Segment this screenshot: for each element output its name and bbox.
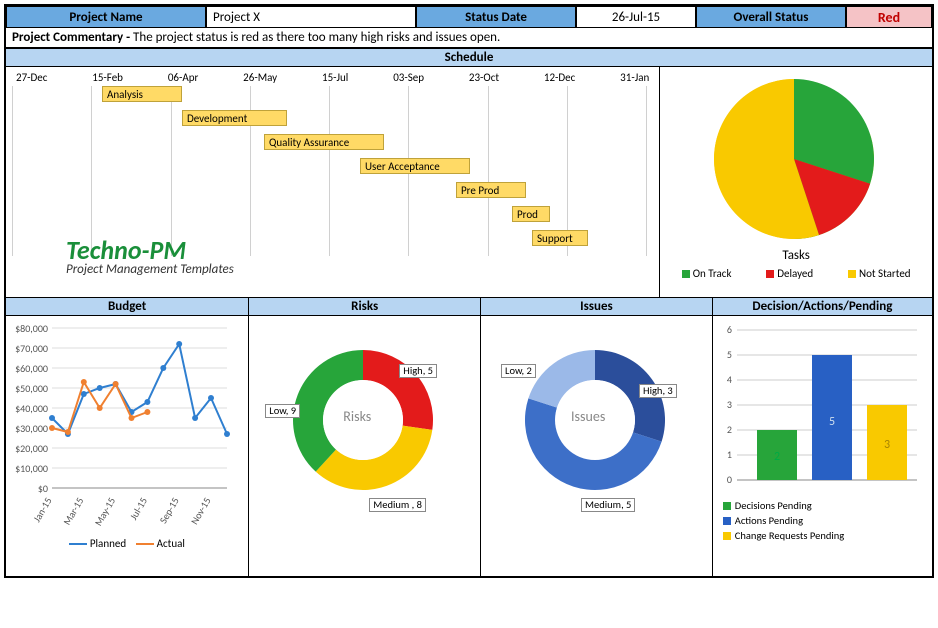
- dap-chart: 0 1 2 3 4 5 6 2 5 3: [713, 316, 932, 576]
- gantt-chart: 27-Dec 15-Feb 06-Apr 26-May 15-Jul 03-Se…: [6, 67, 660, 297]
- svg-text:4: 4: [727, 373, 732, 386]
- gantt-bar: Pre Prod: [456, 182, 526, 198]
- svg-text:2: 2: [727, 423, 732, 436]
- header-row: Project Name Project X Status Date 26-Ju…: [6, 6, 932, 28]
- issues-high-label: High, 3: [639, 384, 677, 398]
- legend-planned: Planned: [69, 537, 126, 550]
- risks-low-label: Low, 9: [265, 404, 300, 418]
- gantt-date: 15-Feb: [92, 71, 123, 84]
- gantt-date: 27-Dec: [16, 71, 47, 84]
- risks-chart: Risks High, 5 Medium , 8 Low, 9: [249, 316, 480, 576]
- commentary-row: Project Commentary - The project status …: [6, 28, 932, 48]
- svg-text:5: 5: [727, 348, 732, 361]
- risks-title: Risks: [249, 298, 480, 316]
- gantt-bar: Prod: [512, 206, 550, 222]
- schedule-row: 27-Dec 15-Feb 06-Apr 26-May 15-Jul 03-Se…: [6, 67, 932, 297]
- issues-title: Issues: [481, 298, 712, 316]
- bottom-row: Budget $0 $10,000 $20,000 $30,000 $40,00…: [6, 297, 932, 576]
- legend-not-started: Not Started: [848, 267, 911, 280]
- gantt-bar: Development: [182, 110, 287, 126]
- overall-status-label: Overall Status: [696, 6, 846, 28]
- gantt-date: 31-Jan: [620, 71, 649, 84]
- svg-text:$10,000: $10,000: [15, 462, 48, 475]
- issues-center-label: Issues: [571, 408, 605, 425]
- svg-text:$60,000: $60,000: [15, 362, 48, 375]
- legend-on-track: On Track: [682, 267, 732, 280]
- legend-change-requests: Change Requests Pending: [723, 529, 928, 542]
- logo-line2: Project Management Templates: [66, 262, 234, 277]
- issues-medium-label: Medium, 5: [581, 498, 635, 512]
- gantt-bar: Quality Assurance: [264, 134, 384, 150]
- techno-pm-logo: Techno-PM Project Management Templates: [66, 234, 234, 277]
- svg-text:$40,000: $40,000: [15, 402, 48, 415]
- issues-chart: Issues High, 3 Medium, 5 Low, 2: [481, 316, 712, 576]
- legend-decisions: Decisions Pending: [723, 499, 928, 512]
- svg-text:Jul-15: Jul-15: [127, 495, 150, 522]
- budget-title: Budget: [6, 298, 248, 316]
- svg-text:$0: $0: [38, 482, 48, 495]
- gantt-date: 06-Apr: [168, 71, 199, 84]
- svg-text:May-15: May-15: [92, 495, 119, 528]
- dap-column: Decision/Actions/Pending 0 1 2: [713, 298, 932, 576]
- schedule-title: Schedule: [6, 48, 932, 67]
- svg-text:Jan-15: Jan-15: [30, 495, 54, 524]
- tasks-pie-title: Tasks: [664, 248, 928, 263]
- gantt-bar: Analysis: [102, 86, 182, 102]
- svg-text:0: 0: [727, 473, 732, 486]
- gantt-area: AnalysisDevelopment Quality Assurance User…: [12, 86, 653, 256]
- legend-delayed: Delayed: [766, 267, 813, 280]
- gantt-date: 23-Oct: [469, 71, 499, 84]
- svg-text:6: 6: [727, 323, 732, 336]
- gantt-date: 12-Dec: [544, 71, 575, 84]
- issues-low-label: Low, 2: [501, 364, 536, 378]
- svg-text:$80,000: $80,000: [15, 322, 48, 335]
- budget-column: Budget $0 $10,000 $20,000 $30,000 $40,00…: [6, 298, 249, 576]
- commentary-text: The project status is red as there too m…: [133, 30, 500, 45]
- gantt-bar: Support: [532, 230, 588, 246]
- svg-text:2: 2: [774, 450, 780, 464]
- svg-text:3: 3: [727, 398, 732, 411]
- svg-text:$30,000: $30,000: [15, 422, 48, 435]
- dap-title: Decision/Actions/Pending: [713, 298, 932, 316]
- risks-column: Risks Risks High, 5 Mediu: [249, 298, 481, 576]
- status-date-value[interactable]: 26-Jul-15: [576, 6, 696, 28]
- budget-legend: Planned Actual: [10, 537, 244, 550]
- legend-actions: Actions Pending: [723, 514, 928, 527]
- svg-text:5: 5: [829, 415, 835, 429]
- project-name-label: Project Name: [6, 6, 206, 28]
- tasks-pie-chart: [664, 71, 924, 246]
- gantt-date: 26-May: [243, 71, 277, 84]
- svg-text:1: 1: [727, 448, 732, 461]
- svg-text:3: 3: [884, 438, 890, 452]
- dap-legend: Decisions Pending Actions Pending Change…: [717, 499, 928, 542]
- risks-medium-label: Medium , 8: [369, 498, 426, 512]
- gantt-date: 03-Sep: [393, 71, 424, 84]
- tasks-pie-legend: On Track Delayed Not Started: [664, 267, 928, 280]
- status-date-label: Status Date: [416, 6, 576, 28]
- legend-actual: Actual: [136, 537, 185, 550]
- svg-text:Sep-15: Sep-15: [157, 495, 182, 526]
- risks-center-label: Risks: [343, 408, 371, 425]
- svg-text:$70,000: $70,000: [15, 342, 48, 355]
- svg-text:Nov-15: Nov-15: [188, 495, 214, 527]
- commentary-label: Project Commentary -: [12, 30, 133, 45]
- gantt-bar: User Acceptance: [360, 158, 470, 174]
- issues-column: Issues Issues High, 3 Medium, 5: [481, 298, 713, 576]
- gantt-date-axis: 27-Dec 15-Feb 06-Apr 26-May 15-Jul 03-Se…: [12, 71, 653, 84]
- risks-high-label: High, 5: [399, 364, 437, 378]
- svg-text:$20,000: $20,000: [15, 442, 48, 455]
- svg-text:$50,000: $50,000: [15, 382, 48, 395]
- gantt-date: 15-Jul: [322, 71, 348, 84]
- tasks-pie-pane: Tasks On Track Delayed Not Started: [660, 67, 932, 297]
- overall-status-value: Red: [846, 6, 932, 28]
- dashboard-container: Project Name Project X Status Date 26-Ju…: [4, 4, 934, 578]
- project-name-value[interactable]: Project X: [206, 6, 416, 28]
- budget-chart: $0 $10,000 $20,000 $30,000 $40,000 $50,0…: [6, 316, 248, 576]
- svg-text:Mar-15: Mar-15: [60, 495, 86, 527]
